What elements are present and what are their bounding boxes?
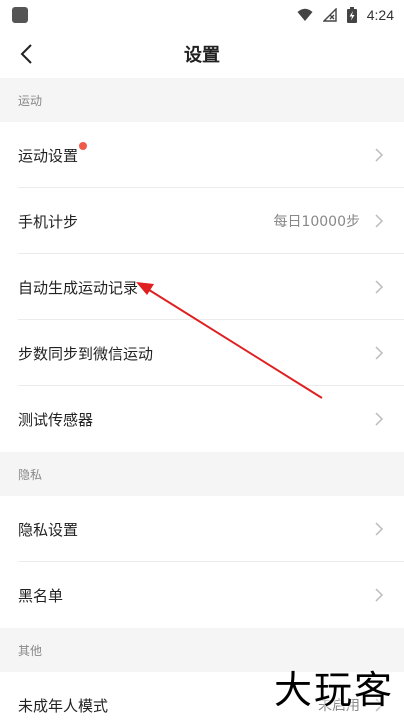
row-label: 运动设置: [18, 141, 88, 166]
chevron-right-icon: [375, 588, 384, 602]
setting-row-test-sensor[interactable]: 测试传感器: [0, 386, 404, 452]
chevron-right-icon: [375, 148, 384, 162]
chevron-right-icon: [375, 522, 384, 536]
chevron-right-icon: [375, 412, 384, 426]
app-notification-icon: [12, 7, 28, 23]
row-label: 手机计步: [18, 212, 79, 231]
setting-row-phone-pedometer[interactable]: 手机计步 每日10000步: [0, 188, 404, 254]
setting-row-wechat-sync[interactable]: 步数同步到微信运动: [0, 320, 404, 386]
row-label: 测试传感器: [18, 410, 94, 429]
setting-row-auto-record[interactable]: 自动生成运动记录: [0, 254, 404, 320]
chevron-left-icon: [20, 44, 32, 64]
section-header-sport: 运动: [0, 78, 404, 122]
section-header-privacy: 隐私: [0, 452, 404, 496]
nav-bar: 设置: [0, 30, 404, 78]
setting-row-blacklist[interactable]: 黑名单: [0, 562, 404, 628]
row-label: 隐私设置: [18, 520, 79, 539]
row-label: 自动生成运动记录: [18, 278, 139, 297]
battery-charging-icon: [346, 7, 357, 23]
chevron-right-icon: [375, 346, 384, 360]
row-label: 步数同步到微信运动: [18, 344, 154, 363]
row-value: 每日10000步: [273, 214, 360, 230]
row-label: 黑名单: [18, 586, 64, 605]
setting-row-privacy-settings[interactable]: 隐私设置: [0, 496, 404, 562]
status-bar: 4:24: [0, 0, 404, 30]
page-title: 设置: [184, 45, 220, 66]
wifi-icon: [297, 8, 313, 21]
row-label: 未成年人模式: [18, 696, 109, 715]
no-signal-icon: [322, 8, 337, 22]
watermark-logo: 大玩客: [273, 668, 394, 712]
setting-row-sport-settings[interactable]: 运动设置: [0, 122, 404, 188]
back-button[interactable]: [10, 38, 42, 70]
status-time: 4:24: [366, 7, 394, 23]
notification-dot: [79, 141, 88, 150]
chevron-right-icon: [375, 280, 384, 294]
chevron-right-icon: [375, 214, 384, 228]
